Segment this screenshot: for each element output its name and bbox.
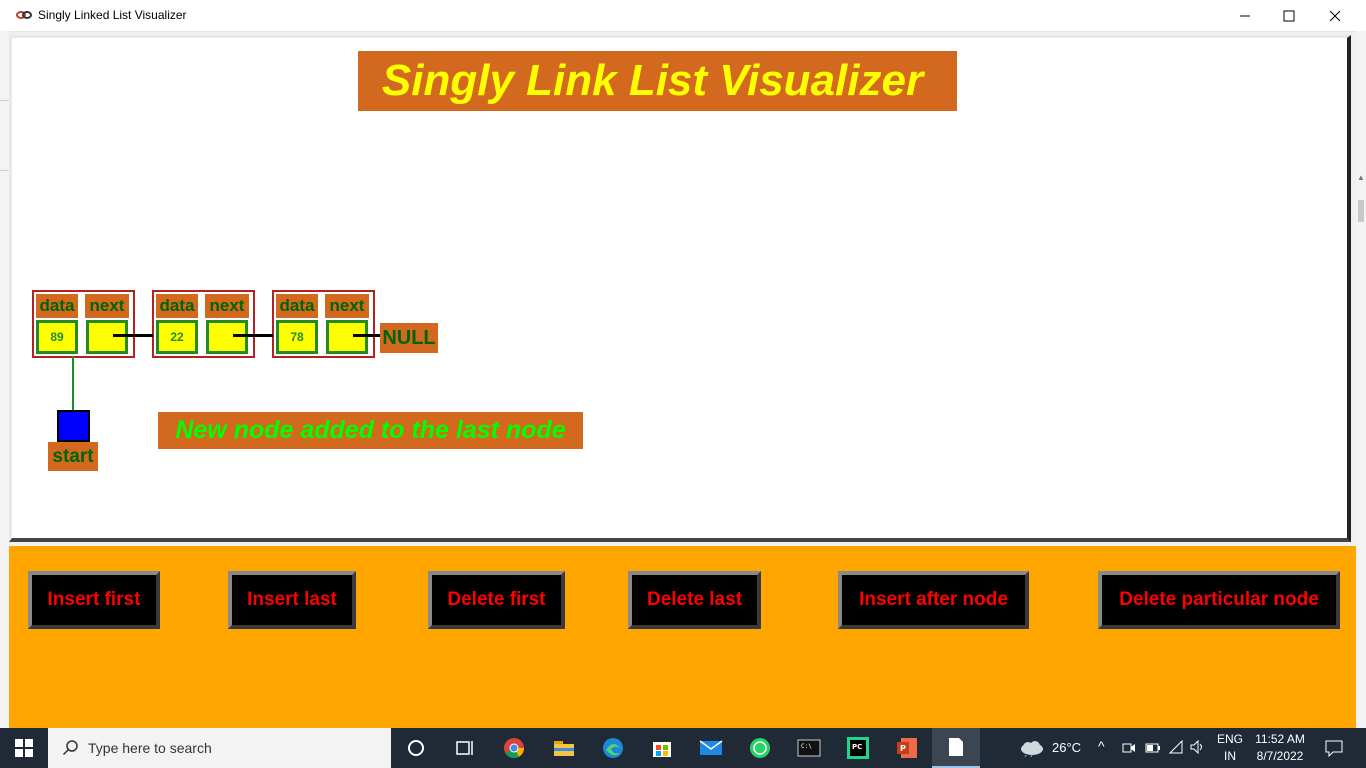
delete-first-button[interactable]: Delete first xyxy=(428,571,565,629)
search-placeholder: Type here to search xyxy=(88,740,212,756)
taskbar: Type here to search C:\ PC P 26°C ^ ENG … xyxy=(0,728,1366,768)
weather-temperature[interactable]: 26°C xyxy=(1052,740,1081,755)
meet-now-icon[interactable] xyxy=(1122,741,1136,755)
status-message: New node added to the last node xyxy=(158,412,583,449)
start-button[interactable] xyxy=(0,728,48,768)
terminal-taskbar-button[interactable]: C:\ xyxy=(785,728,833,768)
language-indicator[interactable]: ENG IN xyxy=(1212,731,1248,765)
mail-taskbar-button[interactable] xyxy=(687,728,735,768)
maximize-icon xyxy=(1283,10,1295,21)
clock-date: 8/7/2022 xyxy=(1256,749,1304,763)
task-view-button[interactable] xyxy=(440,728,488,768)
node-data-label: data xyxy=(276,294,318,318)
powerpoint-taskbar-button[interactable]: P xyxy=(883,728,931,768)
node-data-value: 89 xyxy=(36,320,78,354)
delete-last-button[interactable]: Delete last xyxy=(628,571,761,629)
start-pointer-line xyxy=(72,356,74,412)
scroll-up-icon[interactable]: ▲ xyxy=(1357,173,1365,182)
window-title: Singly Linked List Visualizer xyxy=(38,8,187,22)
background-window-strip xyxy=(0,31,9,728)
wifi-icon[interactable] xyxy=(1168,740,1184,754)
scrollbar-thumb[interactable] xyxy=(1358,200,1364,222)
node-link-line xyxy=(233,334,273,337)
insert-first-button[interactable]: Insert first xyxy=(28,571,160,629)
weather-cloud-icon[interactable] xyxy=(1018,739,1046,757)
list-node: data next 89 xyxy=(32,290,135,358)
background-divider xyxy=(0,170,9,171)
tray-chevron-up-icon[interactable]: ^ xyxy=(1098,738,1105,754)
edge-icon xyxy=(603,738,623,758)
list-node: data next 78 xyxy=(272,290,375,358)
volume-icon[interactable] xyxy=(1190,740,1206,754)
node-next-label: next xyxy=(85,294,129,318)
null-label: NULL xyxy=(380,323,438,353)
minimize-button[interactable] xyxy=(1222,0,1268,31)
document-icon xyxy=(949,738,963,756)
notification-icon[interactable] xyxy=(1325,739,1343,757)
powerpoint-icon: P xyxy=(897,738,917,758)
node-data-label: data xyxy=(156,294,198,318)
node-data-label: data xyxy=(36,294,78,318)
search-icon xyxy=(62,740,78,756)
cortana-button[interactable] xyxy=(392,728,440,768)
page-title: Singly Link List Visualizer xyxy=(358,51,957,111)
start-pointer-box xyxy=(57,410,90,442)
close-button[interactable] xyxy=(1312,0,1358,31)
insert-after-node-button[interactable]: Insert after node xyxy=(838,571,1029,629)
chrome-icon xyxy=(504,738,525,759)
pycharm-taskbar-button[interactable]: PC xyxy=(834,728,882,768)
node-next-label: next xyxy=(325,294,369,318)
node-next-pointer xyxy=(86,320,128,354)
edge-taskbar-button[interactable] xyxy=(589,728,637,768)
background-window-strip-right xyxy=(1356,31,1366,728)
svg-text:C:\: C:\ xyxy=(801,743,812,750)
delete-particular-node-button[interactable]: Delete particular node xyxy=(1098,571,1340,629)
node-next-pointer xyxy=(326,320,368,354)
window-titlebar: Singly Linked List Visualizer xyxy=(0,0,1366,32)
visualizer-canvas xyxy=(9,35,1351,542)
whatsapp-icon xyxy=(750,738,770,758)
svg-text:P: P xyxy=(900,744,906,753)
notepad-taskbar-button[interactable] xyxy=(932,728,980,768)
mail-icon xyxy=(699,740,723,755)
store-taskbar-button[interactable] xyxy=(638,728,686,768)
app-link-icon xyxy=(16,11,32,19)
cortana-icon xyxy=(408,740,424,756)
insert-last-button[interactable]: Insert last xyxy=(228,571,356,629)
svg-text:PC: PC xyxy=(852,743,862,751)
task-view-icon xyxy=(456,741,473,755)
store-icon xyxy=(653,742,671,757)
node-link-line xyxy=(353,334,380,337)
start-label: start xyxy=(48,442,98,471)
list-node: data next 22 xyxy=(152,290,255,358)
battery-icon[interactable] xyxy=(1145,742,1161,754)
chrome-taskbar-button[interactable] xyxy=(490,728,538,768)
node-link-line xyxy=(113,334,153,337)
taskbar-search-box[interactable]: Type here to search xyxy=(48,728,391,768)
whatsapp-taskbar-button[interactable] xyxy=(736,728,784,768)
folder-icon xyxy=(554,741,574,756)
minimize-icon xyxy=(1240,15,1250,16)
region-code: IN xyxy=(1224,749,1236,763)
maximize-button[interactable] xyxy=(1266,0,1312,31)
close-icon xyxy=(1329,10,1341,21)
clock-time: 11:52 AM xyxy=(1255,732,1305,746)
node-next-label: next xyxy=(205,294,249,318)
file-explorer-taskbar-button[interactable] xyxy=(540,728,588,768)
terminal-icon: C:\ xyxy=(797,739,821,757)
pycharm-icon: PC xyxy=(847,737,869,759)
node-next-pointer xyxy=(206,320,248,354)
node-data-value: 22 xyxy=(156,320,198,354)
node-data-value: 78 xyxy=(276,320,318,354)
windows-logo-icon xyxy=(15,739,33,757)
language-code: ENG xyxy=(1216,732,1243,746)
system-clock[interactable]: 11:52 AM 8/7/2022 xyxy=(1250,731,1310,765)
background-divider xyxy=(0,100,9,101)
